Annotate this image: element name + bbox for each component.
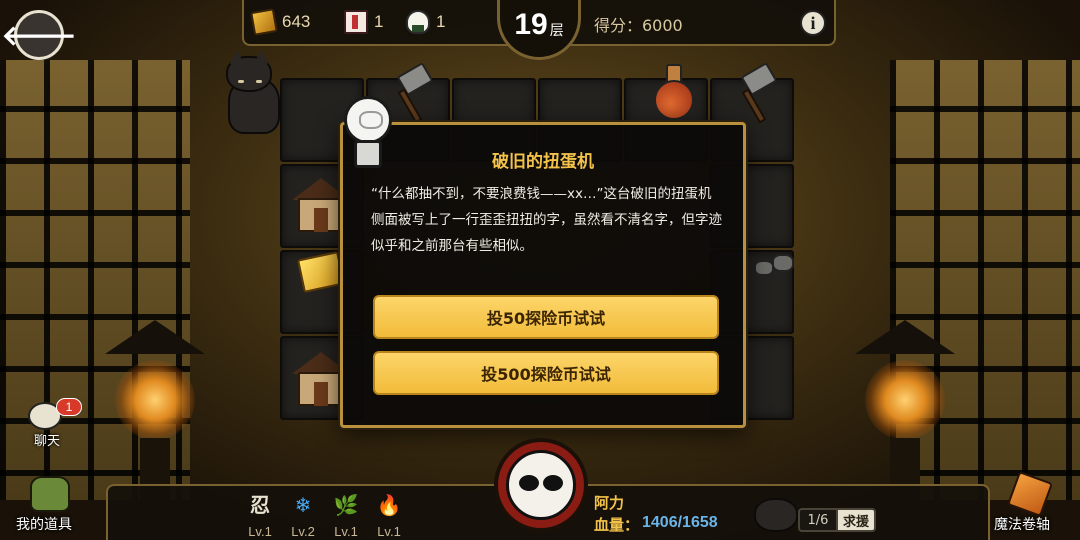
skill-slot[interactable]: 🌿 Lv.1	[328, 492, 364, 539]
ninja-skill-icon: 忍	[250, 493, 270, 517]
magic-scroll-button[interactable]: 魔法卷轴	[990, 470, 1070, 538]
event-dialog: 破旧的扭蛋机 “什么都抽不到，不要浪费钱——xx…”这台破旧的扭蛋机侧面被写上了…	[340, 122, 746, 428]
skill-level: Lv.2	[291, 524, 315, 539]
rocks-icon[interactable]	[750, 252, 798, 282]
scroll-count: 1	[374, 12, 384, 31]
skill-slot[interactable]: 🔥 Lv.1	[371, 492, 407, 539]
skill-level: Lv.1	[248, 524, 272, 539]
coin-counter: 643	[250, 8, 311, 36]
onigiri-counter: 1	[406, 10, 445, 34]
hp-label: 血量：	[594, 516, 640, 534]
fire-skill-icon: 🔥	[376, 493, 402, 517]
floor-number: 19	[514, 8, 548, 41]
skill-slot[interactable]: 忍 Lv.1	[242, 492, 278, 539]
info-button[interactable]: i	[800, 10, 826, 36]
potion-icon[interactable]	[650, 64, 698, 124]
magic-scroll-label: 魔法卷轴	[994, 517, 1050, 533]
skill-slot[interactable]: ❄ Lv.2	[285, 492, 321, 539]
score-display: 得分：6000	[594, 16, 683, 35]
items-button[interactable]: 我的道具	[14, 474, 88, 538]
helper-cat-icon[interactable]	[752, 490, 800, 532]
talisman-icon	[344, 10, 368, 34]
scroll-icon	[1006, 470, 1054, 518]
gacha-machine-icon	[342, 96, 394, 168]
hp-value: 1406/1658	[642, 514, 718, 531]
hammer-icon[interactable]	[736, 61, 780, 124]
request-help-button[interactable]: 求援	[836, 508, 876, 532]
cat-icon[interactable]	[222, 50, 284, 134]
skill-level: Lv.1	[334, 524, 358, 539]
snowflake-skill-icon: ❄	[294, 493, 312, 517]
back-arrow-icon: 🡐	[1, 19, 77, 52]
character-name: 阿力	[594, 494, 625, 512]
chat-unread-badge: 1	[56, 398, 82, 416]
onigiri-count: 1	[436, 12, 446, 31]
feather-skill-icon: 🌿	[333, 493, 359, 517]
backpack-icon	[30, 476, 70, 512]
dialog-description: “什么都抽不到，不要浪费钱——xx…”这台破旧的扭蛋机侧面被写上了一行歪歪扭扭的…	[371, 186, 722, 254]
helper-count: 1/6	[798, 508, 838, 532]
hammer-icon[interactable]	[392, 61, 436, 124]
dialog-title: 破旧的扭蛋机	[492, 152, 594, 172]
skill-level: Lv.1	[377, 524, 401, 539]
items-label: 我的道具	[16, 517, 72, 533]
onigiri-icon	[406, 10, 430, 34]
insert-500-coins-button[interactable]: 投500探险币试试	[373, 351, 719, 395]
chat-label: 聊天	[34, 434, 61, 449]
scroll-counter: 1	[344, 10, 383, 34]
coin-count: 643	[282, 12, 311, 31]
back-button[interactable]: 🡐	[1, 10, 77, 60]
chat-button[interactable]: 1 聊天	[24, 398, 82, 449]
panda-avatar-icon	[506, 450, 576, 520]
floor-unit: 层	[549, 23, 564, 39]
character-avatar[interactable]	[494, 438, 588, 532]
insert-50-coins-button[interactable]: 投50探险币试试	[373, 295, 719, 339]
coin-icon	[250, 8, 278, 36]
